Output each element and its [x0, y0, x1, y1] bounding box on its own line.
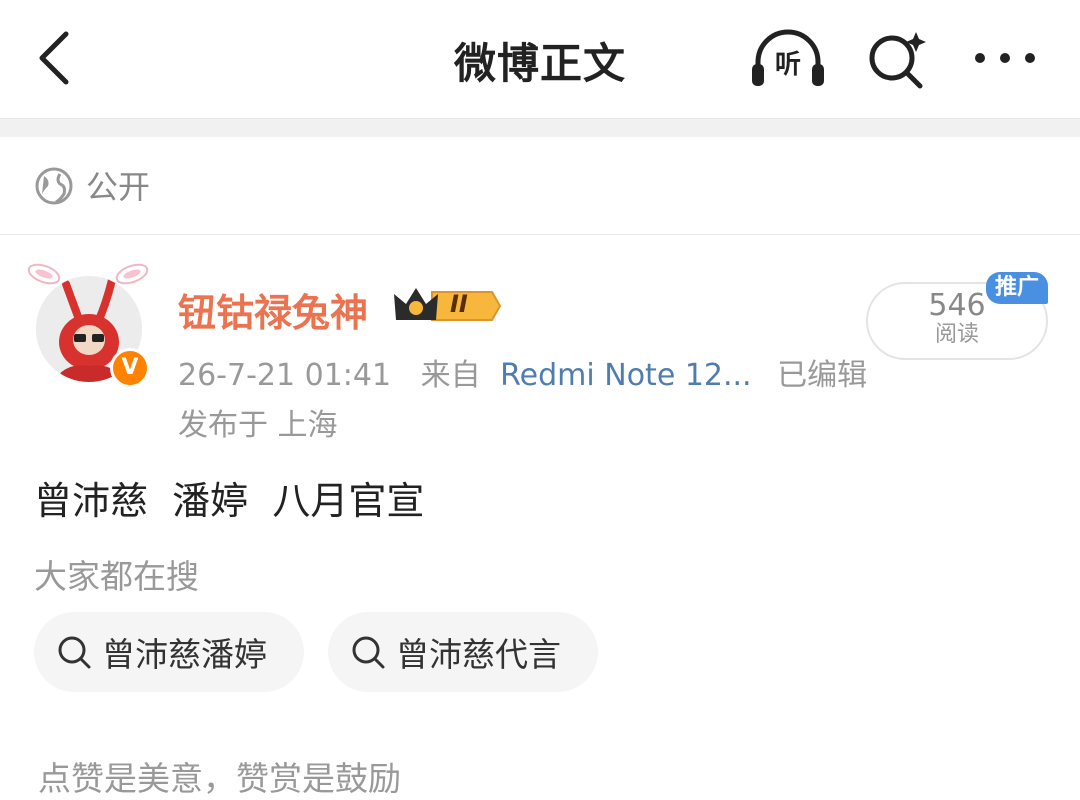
listen-label: 听 [774, 50, 801, 80]
more-horizontal-icon [975, 53, 1035, 63]
related-search-chip[interactable]: 曾沛慈代言 [328, 612, 598, 692]
related-search-label: 曾沛慈代言 [396, 635, 561, 674]
related-searches-label: 大家都在搜 [34, 557, 199, 596]
source-device-link[interactable]: Redmi Note 12... [500, 358, 751, 393]
globe-icon [35, 167, 73, 205]
search-sparkle-icon [869, 32, 926, 89]
more-button[interactable] [970, 40, 1040, 76]
search-button[interactable] [864, 28, 930, 90]
post-timestamp: 26-7-21 01:41 [178, 358, 392, 393]
related-search-label: 曾沛慈潘婷 [102, 635, 267, 674]
edited-label[interactable]: 已编辑 [777, 358, 867, 393]
listen-button[interactable]: 听 [750, 28, 826, 90]
reward-note: 点赞是美意，赞赏是鼓励 [38, 759, 401, 798]
top-bar: 微博正文 听 [0, 0, 1080, 118]
post-location: 发布于 上海 [178, 408, 338, 443]
related-search-chip[interactable]: 曾沛慈潘婷 [34, 612, 304, 692]
section-divider [0, 118, 1080, 137]
promote-tag[interactable]: 推广 [986, 272, 1048, 304]
post-text: 曾沛慈 潘婷 八月官宣 [34, 479, 425, 523]
visibility-row: 公开 [0, 136, 1080, 235]
crown-level-badge[interactable]: II [392, 284, 502, 328]
crown-icon [394, 288, 502, 321]
avatar[interactable]: V [26, 256, 152, 388]
badge-level: II [450, 290, 468, 318]
reads-label: 阅读 [934, 322, 979, 347]
author-name[interactable]: 钮钴禄兔神 [178, 282, 368, 337]
search-icon [352, 636, 385, 669]
source-prefix: 来自 [420, 358, 481, 393]
post-meta: 26-7-21 01:41 来自 Redmi Note 12... 已编辑 [178, 350, 867, 394]
visibility-label: 公开 [86, 168, 151, 206]
verified-badge: V [110, 348, 150, 388]
search-icon [58, 636, 91, 669]
